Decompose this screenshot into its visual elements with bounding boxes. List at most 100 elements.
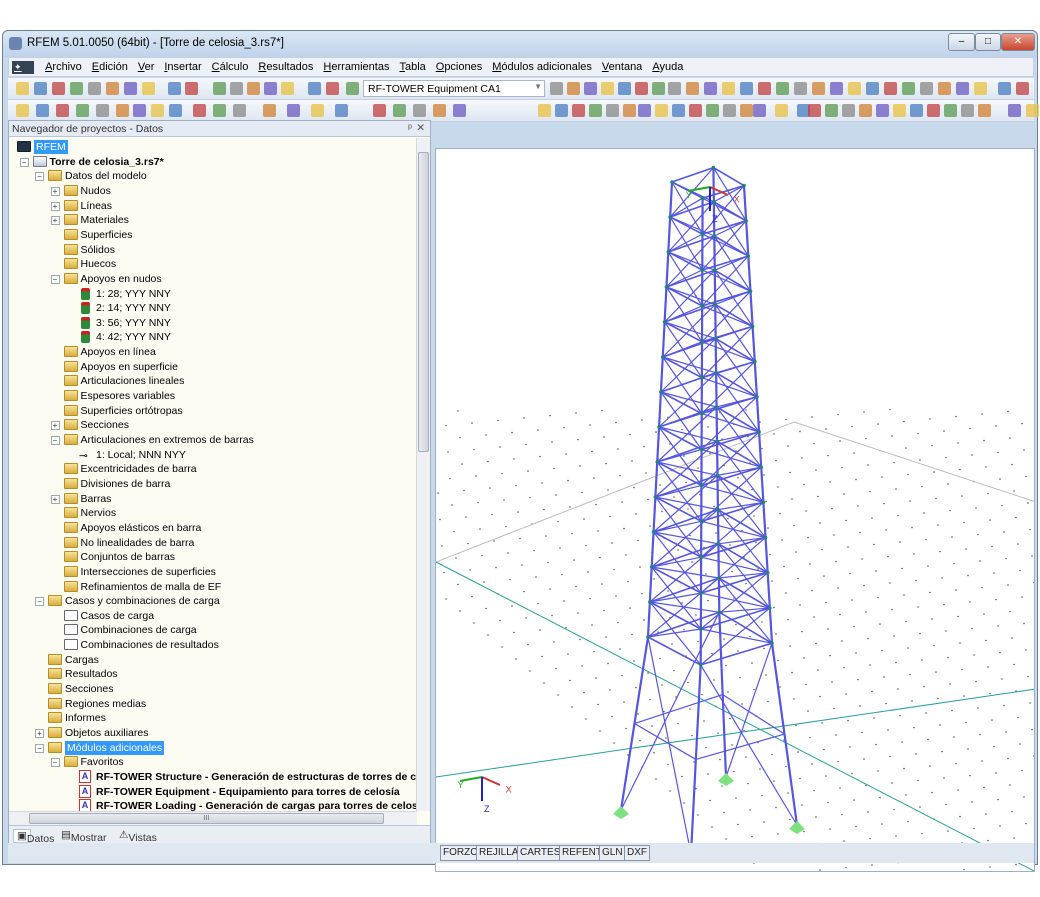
tree-item[interactable]: Combinaciones de resultados xyxy=(9,638,417,652)
menu-9[interactable]: Módulos adicionales xyxy=(487,58,597,76)
tree-item[interactable]: 1: 28; YYY NNY xyxy=(9,287,417,301)
menu-0[interactable]: Archivo xyxy=(40,58,87,76)
toolbar-icon[interactable] xyxy=(842,104,855,117)
toolbar-icon[interactable] xyxy=(961,104,974,117)
pin-icon[interactable]: ᵖ xyxy=(408,122,412,134)
collapse-icon[interactable]: − xyxy=(51,758,60,767)
tree-item[interactable]: Superficies ortótropas xyxy=(9,404,417,418)
toolbar-icon[interactable] xyxy=(722,82,735,95)
toolbar-icon[interactable] xyxy=(638,104,651,117)
tree-item[interactable]: +Secciones xyxy=(9,418,417,432)
toolbar-icon[interactable] xyxy=(433,104,446,117)
toolbar-icon[interactable] xyxy=(76,104,89,117)
collapse-icon[interactable]: − xyxy=(20,158,29,167)
toolbar-icon[interactable] xyxy=(555,104,568,117)
tree-item[interactable]: −Favoritos xyxy=(9,755,417,769)
tree-item[interactable]: Combinaciones de carga xyxy=(9,623,417,637)
toolbar-icon[interactable] xyxy=(572,104,585,117)
toolbar-icon[interactable] xyxy=(287,104,300,117)
toolbar-icon[interactable] xyxy=(706,104,719,117)
tree-item[interactable]: Excentricidades de barra xyxy=(9,462,417,476)
tree-item[interactable]: −Módulos adicionales xyxy=(9,741,417,755)
tree-item[interactable]: +Objetos auxiliares xyxy=(9,726,417,740)
toolbar-icon[interactable] xyxy=(16,104,29,117)
tab-vistas[interactable]: ⚠ Vistas xyxy=(119,829,128,841)
collapse-icon[interactable]: − xyxy=(35,172,44,181)
toolbar-icon[interactable] xyxy=(740,104,753,117)
tree-item[interactable]: Divisiones de barra xyxy=(9,477,417,491)
toolbar-icon[interactable] xyxy=(346,82,359,95)
tree-item[interactable]: Cargas xyxy=(9,653,417,667)
vertical-scrollbar[interactable] xyxy=(416,138,430,811)
tree-item[interactable]: Informes xyxy=(9,711,417,725)
toolbar-icon[interactable] xyxy=(825,104,838,117)
toolbar-icon[interactable] xyxy=(233,104,246,117)
toolbar-icon[interactable] xyxy=(668,82,681,95)
tree-item[interactable]: Espesores variables xyxy=(9,389,417,403)
tree-item[interactable]: ARF-TOWER Structure - Generación de estr… xyxy=(9,770,417,784)
toolbar-icon[interactable] xyxy=(116,104,129,117)
toolbar-icon[interactable] xyxy=(635,82,648,95)
toolbar-icon[interactable] xyxy=(978,104,991,117)
toolbar-icon[interactable] xyxy=(758,82,771,95)
toolbar-icon[interactable] xyxy=(998,82,1011,95)
toolbar-icon[interactable] xyxy=(902,82,915,95)
tree-item[interactable]: +Materiales xyxy=(9,213,417,227)
menu-8[interactable]: Opciones xyxy=(431,58,487,76)
tree-item[interactable]: RFEM xyxy=(9,140,417,154)
tree-item[interactable]: Apoyos elásticos en barra xyxy=(9,521,417,535)
tree-item[interactable]: Sólidos xyxy=(9,243,417,257)
toolbar-icon[interactable] xyxy=(686,82,699,95)
toolbar-icon[interactable] xyxy=(96,104,109,117)
status-toggle-dxf[interactable]: DXF xyxy=(624,845,650,861)
toolbar-icon[interactable] xyxy=(326,82,339,95)
collapse-icon[interactable]: − xyxy=(51,436,60,445)
toolbar-icon[interactable] xyxy=(584,82,597,95)
toolbar-icon[interactable] xyxy=(859,104,872,117)
tree-item[interactable]: Casos de carga xyxy=(9,609,417,623)
tree-item[interactable]: Conjuntos de barras xyxy=(9,550,417,564)
toolbar-icon[interactable] xyxy=(393,104,406,117)
toolbar-icon[interactable] xyxy=(776,82,789,95)
menu-5[interactable]: Resultados xyxy=(253,58,318,76)
tree-item[interactable]: 3: 56; YYY NNY xyxy=(9,316,417,330)
load-case-select[interactable]: RF-TOWER Equipment CA1▼ xyxy=(363,80,545,97)
toolbar-icon[interactable] xyxy=(70,82,83,95)
toolbar-icon[interactable] xyxy=(213,104,226,117)
toolbar-icon[interactable] xyxy=(812,82,825,95)
expand-icon[interactable]: + xyxy=(51,421,60,430)
toolbar-icon[interactable] xyxy=(550,82,563,95)
toolbar-icon[interactable] xyxy=(775,104,788,117)
toolbar-icon[interactable] xyxy=(567,82,580,95)
toolbar-icon[interactable] xyxy=(263,104,276,117)
toolbar-icon[interactable] xyxy=(652,82,665,95)
minimize-button[interactable]: – xyxy=(948,33,975,51)
toolbar-icon[interactable] xyxy=(88,82,101,95)
toolbar-icon[interactable] xyxy=(56,104,69,117)
expand-icon[interactable]: + xyxy=(35,729,44,738)
toolbar-icon[interactable] xyxy=(1026,104,1039,117)
tree-item[interactable]: Intersecciones de superficies xyxy=(9,565,417,579)
menu-6[interactable]: Herramientas xyxy=(318,58,394,76)
toolbar-icon[interactable] xyxy=(601,82,614,95)
tree-item[interactable]: ⊸1: Local; NNN NYY xyxy=(9,448,417,462)
toolbar-icon[interactable] xyxy=(142,82,155,95)
toolbar-icon[interactable] xyxy=(740,82,753,95)
scroll-thumb[interactable] xyxy=(418,152,429,452)
toolbar-icon[interactable] xyxy=(193,104,206,117)
horizontal-scrollbar[interactable]: III xyxy=(9,811,417,825)
tree-item[interactable]: No linealidades de barra xyxy=(9,536,417,550)
toolbar-icon[interactable] xyxy=(920,82,933,95)
toolbar-icon[interactable] xyxy=(185,82,198,95)
tree-item[interactable]: ARF-TOWER Loading - Generación de cargas… xyxy=(9,799,417,811)
tree-item[interactable]: ARF-TOWER Equipment - Equipamiento para … xyxy=(9,785,417,799)
tree-item[interactable]: −Apoyos en nudos xyxy=(9,272,417,286)
toolbar-icon[interactable] xyxy=(689,104,702,117)
toolbar-icon[interactable] xyxy=(168,82,181,95)
status-toggle-forzc[interactable]: FORZC xyxy=(440,845,480,861)
tree-item[interactable]: 2: 14; YYY NNY xyxy=(9,301,417,315)
toolbar-icon[interactable] xyxy=(956,82,969,95)
toolbar-icon[interactable] xyxy=(848,82,861,95)
menu-2[interactable]: Ver xyxy=(133,58,160,76)
scroll-thumb[interactable]: III xyxy=(29,813,384,824)
